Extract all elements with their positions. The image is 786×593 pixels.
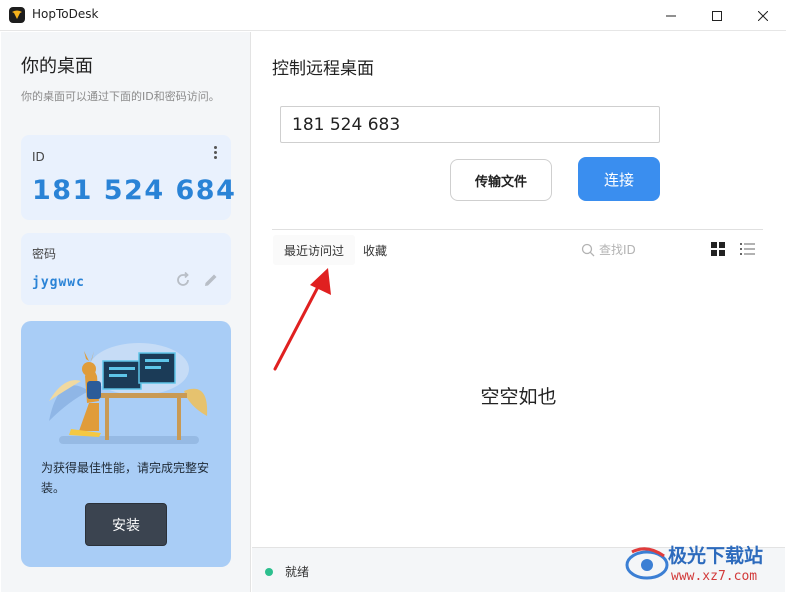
list-view-icon[interactable]	[740, 242, 755, 256]
close-icon	[758, 10, 768, 21]
password-label: 密码	[32, 247, 57, 261]
grid-view-icon[interactable]	[711, 242, 725, 256]
your-desktop-subtitle: 你的桌面可以通过下面的ID和密码访问。	[21, 90, 220, 103]
watermark-url: www.xz7.com	[671, 569, 758, 584]
watermark-title: 极光下载站	[668, 545, 764, 567]
remote-id-input[interactable]	[280, 106, 660, 143]
sidebar: 你的桌面 你的桌面可以通过下面的ID和密码访问。 ID 181 524 684 …	[1, 32, 251, 592]
id-card: ID 181 524 684	[21, 135, 235, 220]
search-icon	[581, 243, 595, 257]
maximize-icon	[712, 10, 722, 21]
title-bar: HopToDesk	[0, 0, 786, 31]
divider	[272, 229, 763, 230]
tab-favorites[interactable]: 收藏	[363, 235, 387, 265]
app-icon	[9, 7, 25, 23]
edit-icon[interactable]	[203, 272, 219, 288]
promo-text: 为获得最佳性能，请完成完整安装。	[41, 461, 210, 495]
refresh-icon[interactable]	[175, 272, 191, 288]
search-id-input[interactable]	[599, 243, 679, 257]
tab-recent-sessions[interactable]: 最近访问过	[273, 235, 355, 265]
minimize-button[interactable]	[648, 0, 694, 31]
empty-state-text: 空空如也	[480, 386, 557, 408]
password-card: 密码 jygwwc	[21, 233, 231, 305]
connect-button[interactable]: 连接	[578, 157, 660, 201]
transfer-file-button[interactable]: 传输文件	[450, 159, 552, 201]
window-title: HopToDesk	[32, 7, 99, 21]
your-desktop-title: 你的桌面	[21, 56, 93, 77]
status-indicator	[265, 568, 273, 576]
password-value: jygwwc	[32, 275, 85, 290]
watermark-logo-icon	[625, 547, 669, 580]
close-button[interactable]	[740, 0, 786, 31]
search-box[interactable]	[581, 240, 681, 260]
more-icon[interactable]	[213, 146, 219, 160]
annotation-arrow	[273, 268, 331, 371]
install-promo-card: 为获得最佳性能，请完成完整安装。 安装	[21, 321, 231, 567]
control-remote-title: 控制远程桌面	[272, 59, 374, 79]
id-value: 181 524 684	[32, 175, 237, 206]
kangaroo-desk-illustration	[49, 343, 208, 444]
install-button[interactable]: 安装	[85, 503, 167, 546]
maximize-button[interactable]	[694, 0, 740, 31]
watermark: 极光下载站 www.xz7.com	[624, 540, 784, 590]
id-label: ID	[32, 150, 45, 164]
minimize-icon	[666, 15, 676, 16]
status-text: 就绪	[285, 565, 310, 579]
